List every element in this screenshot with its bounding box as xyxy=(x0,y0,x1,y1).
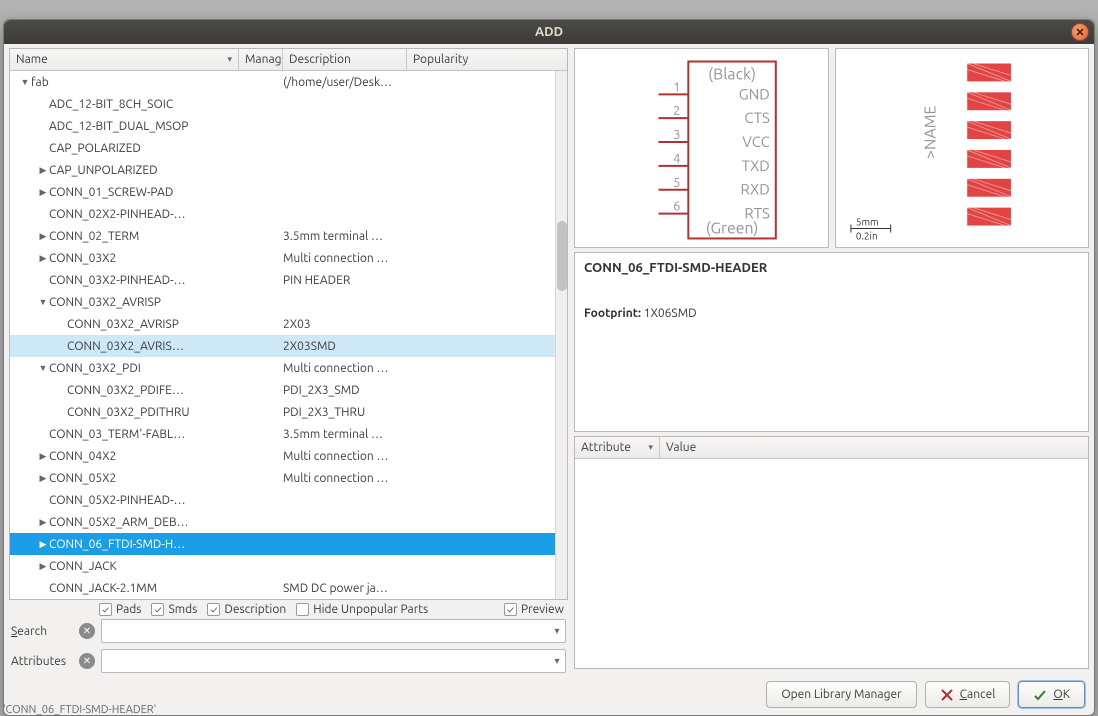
scrollbar-thumb[interactable] xyxy=(557,221,567,291)
window-title: ADD xyxy=(535,25,563,39)
checkbox-icon: ✓ xyxy=(207,603,220,616)
svg-text:RXD: RXD xyxy=(741,181,770,198)
tree-row[interactable]: CONN_03X2_AVRIS…2X03SMD xyxy=(10,335,567,357)
tree-row[interactable]: ADC_12-BIT_DUAL_MSOP xyxy=(10,115,567,137)
col-managed[interactable]: Managed xyxy=(239,49,283,70)
col-attribute[interactable]: Attribute ▾ xyxy=(575,437,660,458)
tree-row[interactable]: ▶CONN_01_SCREW-PAD xyxy=(10,181,567,203)
tree-row[interactable]: CAP_POLARIZED xyxy=(10,137,567,159)
tree-scrollbar[interactable] xyxy=(555,71,567,599)
tree-row[interactable]: ▶CAP_UNPOLARIZED xyxy=(10,159,567,181)
svg-text:2: 2 xyxy=(673,104,680,118)
svg-text:1: 1 xyxy=(673,80,680,94)
attribute-table: Attribute ▾ Value xyxy=(574,436,1089,669)
tree-row[interactable]: CONN_03X2-PINHEAD-…PIN HEADER xyxy=(10,269,567,291)
svg-text:(Green): (Green) xyxy=(706,219,759,237)
part-title: CONN_06_FTDI-SMD-HEADER xyxy=(584,261,1079,275)
tree-row[interactable]: ▶CONN_05X2Multi connection … xyxy=(10,467,567,489)
svg-text:GND: GND xyxy=(739,85,770,102)
close-icon[interactable]: ✕ xyxy=(1071,23,1089,41)
tree-row[interactable]: CONN_02X2-PINHEAD-… xyxy=(10,203,567,225)
tree-row[interactable]: CONN_05X2-PINHEAD-… xyxy=(10,489,567,511)
tree-row[interactable]: ▶CONN_05X2_ARM_DEB… xyxy=(10,511,567,533)
checkbox-icon: ✓ xyxy=(99,603,112,616)
ok-icon xyxy=(1033,688,1047,702)
chevron-down-icon: ▾ xyxy=(549,625,565,637)
col-name[interactable]: Name ▾ xyxy=(10,49,239,70)
filter-smds[interactable]: ✓ Smds xyxy=(151,603,197,616)
svg-text:RTS: RTS xyxy=(744,205,770,222)
tree-row[interactable]: CONN_03_TERM'-FABL…3.5mm terminal … xyxy=(10,423,567,445)
tree-row[interactable]: CONN_JACK-2.1MMSMD DC power ja… xyxy=(10,577,567,599)
clear-attributes-icon[interactable]: ✕ xyxy=(79,653,95,669)
filter-description[interactable]: ✓ Description xyxy=(207,603,286,616)
clear-search-icon[interactable]: ✕ xyxy=(79,623,95,639)
tree-row[interactable]: ▼fab(/home/user/Desk… xyxy=(10,71,567,93)
svg-text:TXD: TXD xyxy=(742,157,770,174)
svg-text:0.2in: 0.2in xyxy=(855,230,877,241)
tree-row[interactable]: CONN_03X2_AVRISP2X03 xyxy=(10,313,567,335)
svg-text:5mm: 5mm xyxy=(855,217,878,228)
col-description[interactable]: Description xyxy=(283,49,407,70)
checkbox-icon: ✓ xyxy=(504,603,517,616)
svg-text:CTS: CTS xyxy=(744,109,770,126)
attributes-input[interactable]: ▾ xyxy=(101,649,566,673)
cancel-icon xyxy=(940,688,954,702)
chevron-down-icon: ▾ xyxy=(549,655,565,667)
open-library-button[interactable]: Open Library Manager xyxy=(766,681,916,708)
col-popularity[interactable]: Popularity xyxy=(407,49,567,70)
tree-headers: Name ▾ Managed Description Popularity xyxy=(10,49,567,71)
svg-text:5: 5 xyxy=(673,176,680,190)
svg-text:3: 3 xyxy=(673,128,680,142)
add-dialog: ADD ✕ Name ▾ Managed Descripti xyxy=(3,19,1095,716)
tree-row[interactable]: CONN_03X2_PDIFE…PDI_2X3_SMD xyxy=(10,379,567,401)
col-value[interactable]: Value xyxy=(660,437,1088,458)
part-tree: Name ▾ Managed Description Popularity xyxy=(9,48,568,600)
search-input[interactable]: ▾ xyxy=(101,619,566,643)
tree-row[interactable]: ▼CONN_03X2_AVRISP xyxy=(10,291,567,313)
schematic-preview[interactable]: (Black) (Green) 1 GND 2 CTS 3 VCC 4 TXD 5 RXD 6 RTS xyxy=(574,48,829,248)
svg-text:4: 4 xyxy=(673,152,680,166)
footprint-label: Footprint: xyxy=(584,307,641,320)
tree-row[interactable]: ▶CONN_02_TERM3.5mm terminal … xyxy=(10,225,567,247)
tree-row[interactable]: ▶CONN_04X2Multi connection … xyxy=(10,445,567,467)
tree-row[interactable]: CONN_03X2_PDITHRUPDI_2X3_THRU xyxy=(10,401,567,423)
tree-row[interactable]: ADC_12-BIT_8CH_SOIC xyxy=(10,93,567,115)
part-info: CONN_06_FTDI-SMD-HEADER Footprint: 1X06S… xyxy=(574,252,1089,432)
titlebar: ADD ✕ xyxy=(4,20,1094,44)
filter-preview[interactable]: ✓ Preview xyxy=(504,603,564,616)
chevron-down-icon: ▾ xyxy=(648,442,653,453)
attributes-label: Attributes xyxy=(11,655,73,668)
footprint-value: 1X06SMD xyxy=(644,307,697,320)
svg-text:>NAME: >NAME xyxy=(921,105,939,158)
tree-row[interactable]: ▶CONN_06_FTDI-SMD-H… xyxy=(10,533,567,555)
search-label: Search xyxy=(11,625,73,638)
svg-text:VCC: VCC xyxy=(742,133,769,150)
filter-pads[interactable]: ✓ Pads xyxy=(99,603,141,616)
checkbox-icon: ✓ xyxy=(151,603,164,616)
tree-row[interactable]: ▶CONN_JACK xyxy=(10,555,567,577)
checkbox-icon xyxy=(296,603,309,616)
tree-row[interactable]: ▶CONN_03X2Multi connection … xyxy=(10,247,567,269)
status-bar: 'CONN_06_FTDI-SMD-HEADER' xyxy=(3,704,156,716)
cancel-button[interactable]: Cancel xyxy=(925,681,1011,708)
svg-text:(Black): (Black) xyxy=(708,65,756,83)
filter-hide-unpopular[interactable]: Hide Unpopular Parts xyxy=(296,603,428,616)
tree-row[interactable]: ▼CONN_03X2_PDIMulti connection … xyxy=(10,357,567,379)
ok-button[interactable]: OK xyxy=(1018,681,1085,708)
footprint-preview[interactable]: >NAME 5mm 0.2in xyxy=(835,48,1090,248)
chevron-down-icon: ▾ xyxy=(227,54,232,65)
svg-text:6: 6 xyxy=(673,200,680,214)
